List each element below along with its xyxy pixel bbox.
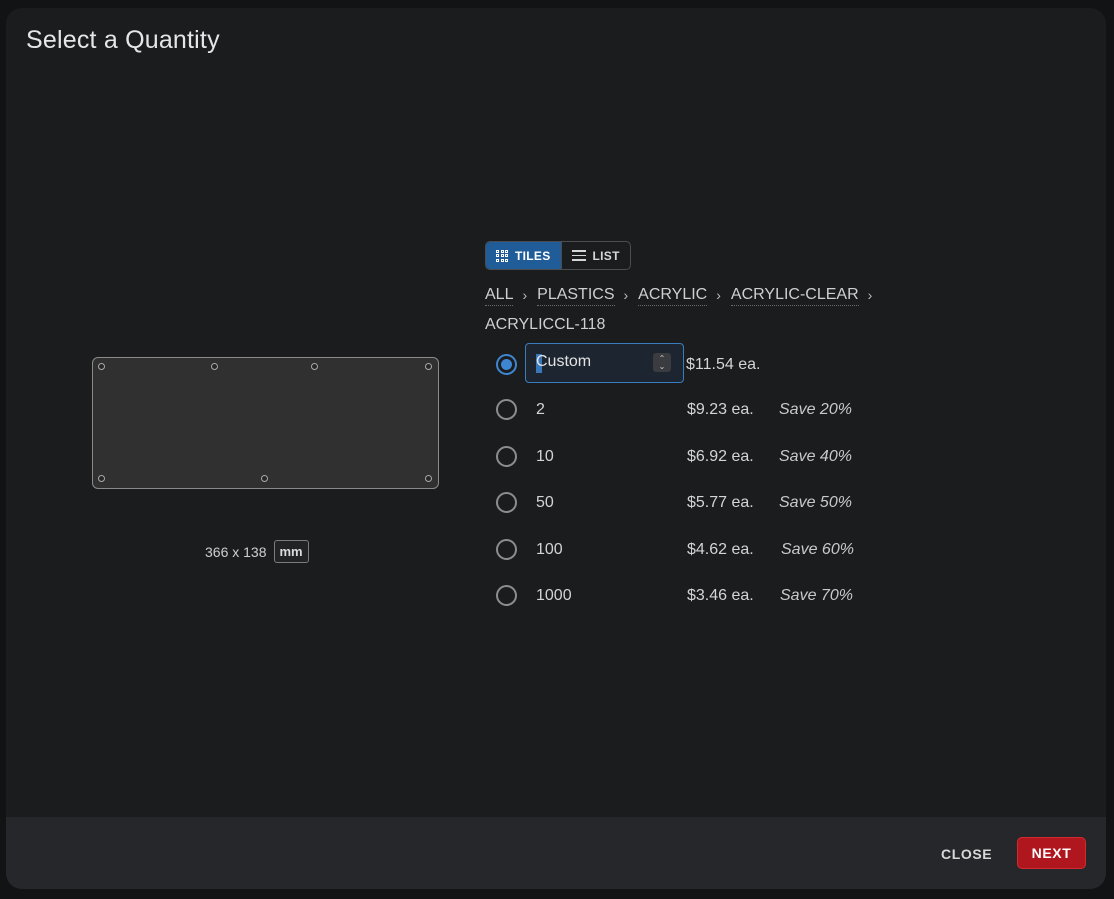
- dimension-separator: x: [232, 543, 240, 560]
- mounting-hole: [425, 475, 432, 482]
- breadcrumb-item-acrylic[interactable]: ACRYLIC: [638, 284, 708, 306]
- mounting-hole: [98, 475, 105, 482]
- mounting-hole: [98, 363, 105, 370]
- custom-quantity-field[interactable]: ⌃ ⌄: [525, 343, 684, 383]
- quantity-radio[interactable]: [496, 539, 517, 560]
- savings-label: Save 20%: [779, 401, 852, 418]
- price-custom: $11.54 ea.: [686, 356, 761, 373]
- part-preview: [92, 357, 439, 489]
- modal-footer: CLOSE NEXT: [6, 817, 1106, 889]
- quantity-stepper[interactable]: ⌃ ⌄: [653, 353, 671, 372]
- mounting-hole: [425, 363, 432, 370]
- mounting-hole: [261, 475, 268, 482]
- list-view-button[interactable]: LIST: [560, 242, 630, 269]
- savings-label: Save 60%: [781, 541, 854, 558]
- quantity-radio[interactable]: [496, 399, 517, 420]
- tiles-view-button[interactable]: TILES: [486, 242, 561, 269]
- quantity-value: 50: [536, 494, 554, 511]
- chevron-down-icon[interactable]: ⌄: [659, 362, 666, 371]
- next-button[interactable]: NEXT: [1017, 837, 1086, 869]
- grid-icon: [496, 249, 508, 262]
- quantity-radio-custom[interactable]: [496, 354, 517, 375]
- list-label: LIST: [592, 248, 620, 263]
- price-each: $3.46 ea.: [687, 587, 754, 604]
- list-icon: [571, 250, 586, 261]
- tiles-label: TILES: [515, 248, 551, 263]
- part-dimensions: 366 x 138 mm: [205, 540, 309, 563]
- breadcrumb-item-plastics[interactable]: PLASTICS: [537, 284, 615, 306]
- modal-title: Select a Quantity: [26, 26, 220, 54]
- breadcrumb: ALL › PLASTICS › ACRYLIC › ACRYLIC-CLEAR…: [485, 284, 925, 335]
- price-each: $4.62 ea.: [687, 541, 754, 558]
- dimension-height: 138: [243, 543, 267, 560]
- quantity-value: 10: [536, 448, 554, 465]
- custom-quantity-input[interactable]: [536, 353, 646, 371]
- savings-label: Save 70%: [780, 587, 853, 604]
- breadcrumb-item-current: ACRYLICCL-118: [485, 316, 606, 333]
- quantity-radio[interactable]: [496, 585, 517, 606]
- quantity-radio[interactable]: [496, 446, 517, 467]
- savings-label: Save 50%: [779, 494, 852, 511]
- price-each: $5.77 ea.: [687, 494, 754, 511]
- quantity-value: 100: [536, 541, 563, 558]
- chevron-right-icon: ›: [867, 286, 873, 303]
- quantity-value: 2: [536, 401, 545, 418]
- mounting-hole: [211, 363, 218, 370]
- savings-label: Save 40%: [779, 448, 852, 465]
- unit-toggle[interactable]: mm: [273, 540, 309, 563]
- dimensions-text: 366 x 138: [205, 544, 267, 560]
- close-button[interactable]: CLOSE: [941, 846, 992, 862]
- breadcrumb-item-all[interactable]: ALL: [485, 284, 514, 306]
- dimension-width: 366: [205, 543, 229, 560]
- price-each: $9.23 ea.: [687, 401, 754, 418]
- view-toggle: TILES LIST: [485, 241, 631, 270]
- chevron-right-icon: ›: [716, 286, 721, 303]
- breadcrumb-item-acrylic-clear[interactable]: ACRYLIC-CLEAR: [730, 284, 859, 306]
- mounting-hole: [311, 363, 318, 370]
- chevron-right-icon: ›: [623, 286, 629, 303]
- quantity-radio[interactable]: [496, 492, 517, 513]
- chevron-right-icon: ›: [522, 286, 528, 303]
- quantity-modal: Select a Quantity 366 x 138 mm TILES LIS…: [6, 8, 1106, 889]
- quantity-value: 1000: [536, 587, 572, 604]
- price-each: $6.92 ea.: [687, 448, 754, 465]
